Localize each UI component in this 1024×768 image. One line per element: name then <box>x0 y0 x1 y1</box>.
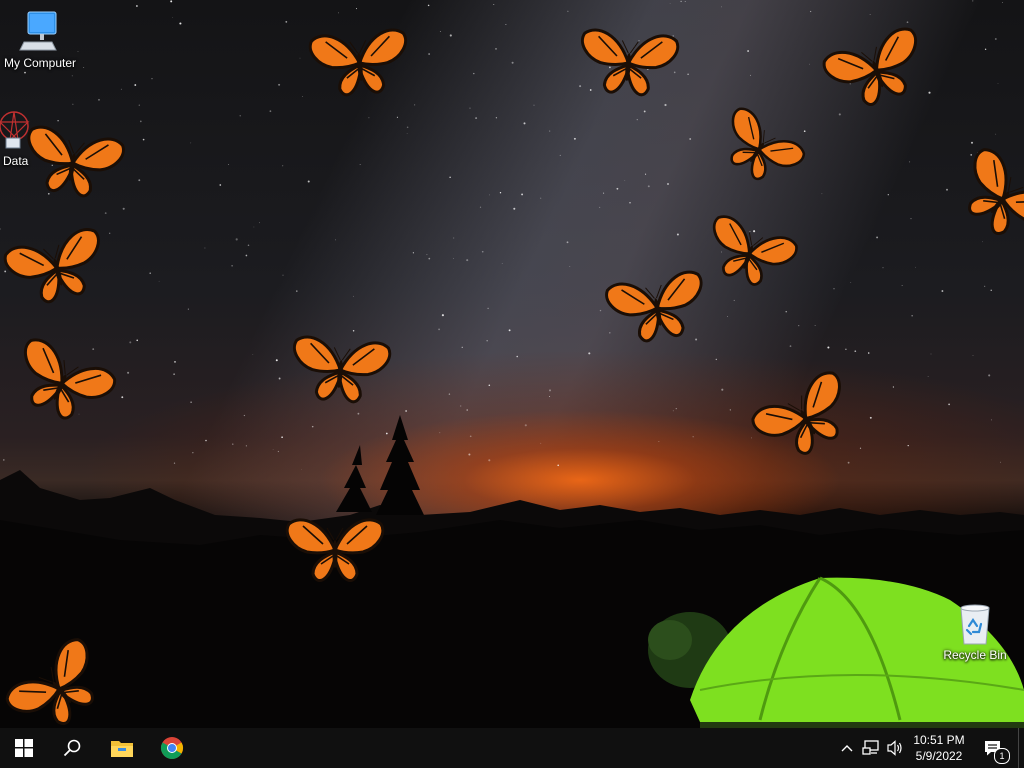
file-explorer-icon <box>111 741 133 757</box>
notifications-badge: 1 <box>994 748 1010 764</box>
recycle-bin-icon <box>960 604 990 645</box>
butterfly <box>599 262 716 364</box>
taskbar: 10:51 PM 5/9/2022 1 <box>0 728 1024 768</box>
start-button[interactable] <box>0 728 48 768</box>
network-icon <box>862 740 879 755</box>
windows-start-icon <box>15 739 33 757</box>
butterfly <box>284 328 395 422</box>
volume-button[interactable] <box>884 728 906 768</box>
chevron-up-icon <box>841 745 853 752</box>
taskbar-chrome[interactable] <box>148 728 196 768</box>
butterfly <box>304 21 415 115</box>
computer-icon <box>19 11 57 51</box>
butterfly <box>572 21 683 115</box>
show-hidden-icons-button[interactable] <box>838 728 856 768</box>
clock[interactable]: 10:51 PM 5/9/2022 <box>905 728 973 768</box>
desktop-icon-recycle-bin[interactable]: Recycle Bin <box>935 602 1015 662</box>
show-desktop-button[interactable] <box>1018 728 1024 768</box>
clock-date: 5/9/2022 <box>915 749 963 763</box>
notifications-button[interactable]: 1 <box>978 728 1010 768</box>
desktop[interactable]: My Computer Data Recycle Bin <box>0 0 1024 728</box>
butterfly <box>13 117 130 219</box>
clock-time: 10:51 PM <box>913 733 965 747</box>
desktop-icon-my-computer[interactable]: My Computer <box>0 10 80 70</box>
desktop-icon-label: Recycle Bin <box>943 648 1007 662</box>
search-button[interactable] <box>48 728 96 768</box>
volume-icon <box>887 740 902 756</box>
search-icon <box>63 739 81 757</box>
butterfly <box>283 512 387 597</box>
taskbar-file-explorer[interactable] <box>98 728 146 768</box>
chrome-icon <box>161 737 183 759</box>
network-button[interactable] <box>860 728 882 768</box>
desktop-icon-label: My Computer <box>3 56 77 70</box>
